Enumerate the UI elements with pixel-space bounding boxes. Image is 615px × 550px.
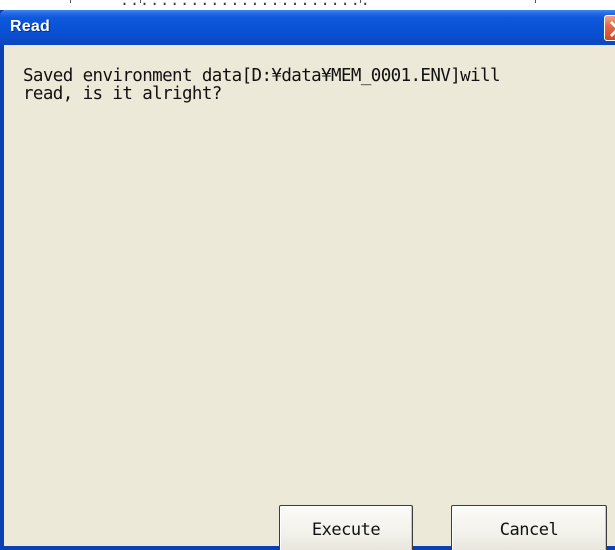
background-tick bbox=[140, 0, 141, 3]
title-bar[interactable]: Read bbox=[0, 10, 615, 45]
confirmation-message: Saved environment data[D:¥data¥MEM_0001.… bbox=[23, 66, 501, 104]
background-text-fragment: ......................... bbox=[120, 0, 371, 9]
background-tick bbox=[360, 0, 361, 3]
background-window-edge: ......................... bbox=[0, 0, 615, 10]
dialog-title: Read bbox=[10, 18, 50, 35]
close-icon bbox=[610, 21, 615, 37]
background-tick bbox=[70, 0, 71, 3]
cancel-button[interactable]: Cancel bbox=[451, 505, 607, 550]
background-tick bbox=[535, 0, 536, 3]
close-button[interactable] bbox=[604, 15, 615, 41]
execute-button[interactable]: Execute bbox=[279, 505, 413, 550]
read-dialog: Read Saved environment data[D:¥data¥MEM_… bbox=[0, 10, 615, 550]
